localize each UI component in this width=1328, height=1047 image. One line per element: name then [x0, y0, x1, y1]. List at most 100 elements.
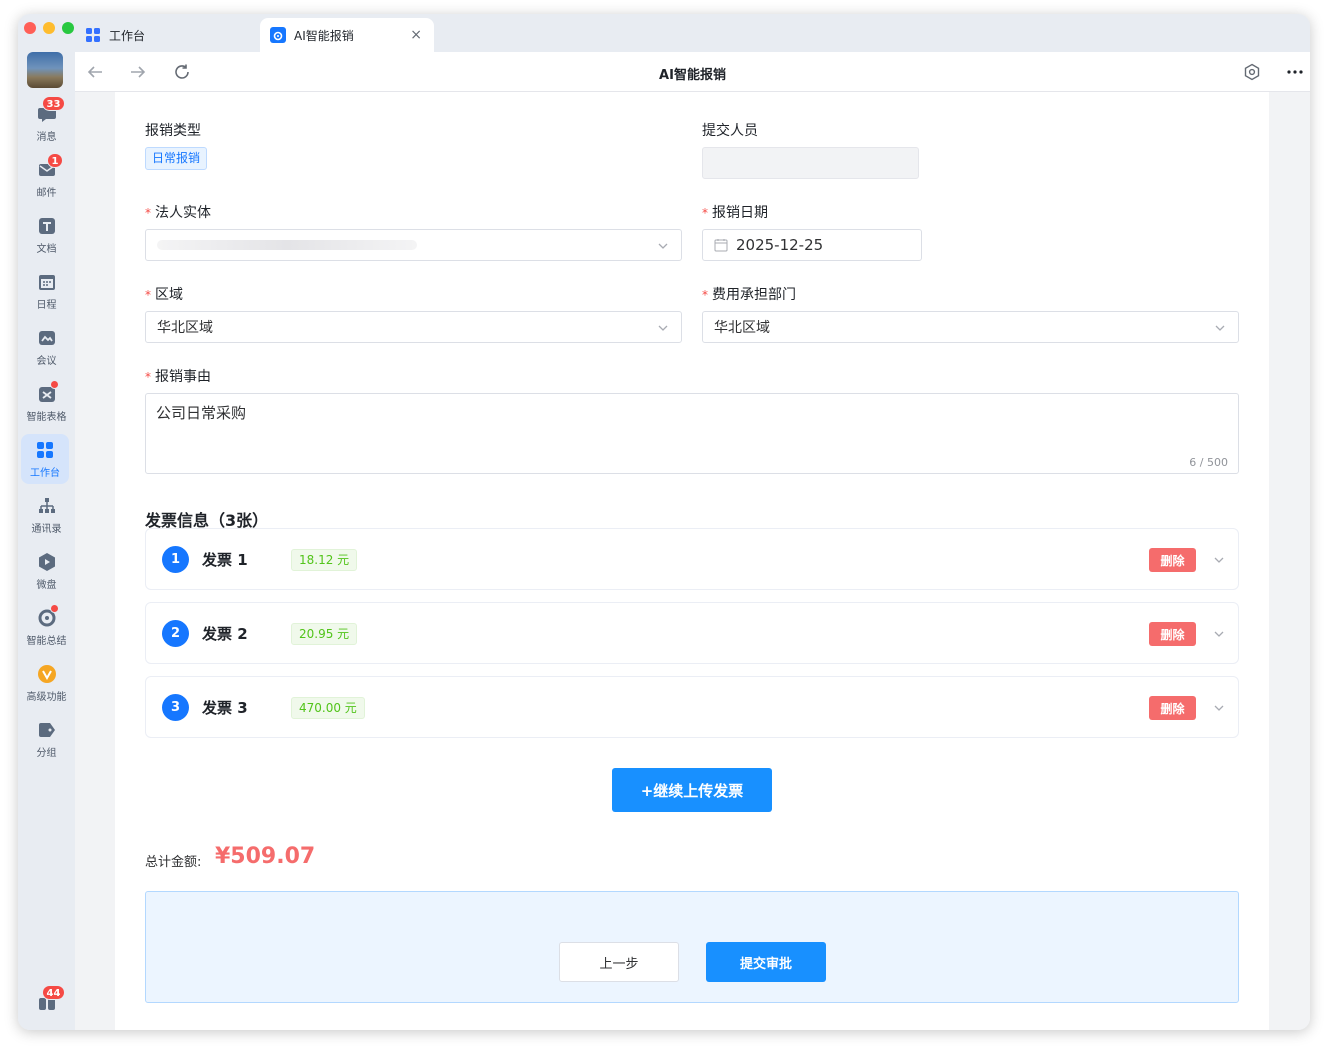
sidebar-item-contacts[interactable]: 通讯录 — [18, 490, 75, 540]
sidebar-item-smart-sheet[interactable]: 智能表格 — [18, 378, 75, 428]
sidebar-item-messages[interactable]: 33 消息 — [18, 96, 75, 148]
total-amount-label: 总计金额: — [145, 855, 202, 870]
chevron-down-icon — [1215, 325, 1225, 331]
reimbursement-type-tag: 日常报销 — [145, 147, 208, 170]
invoice-amount: 18.12 元 — [291, 549, 358, 571]
address-bar: AI智能报销 — [75, 52, 1310, 92]
region-select[interactable]: 华北区域 — [145, 311, 682, 343]
legal-entity-select[interactable] — [145, 229, 682, 261]
calendar-icon — [37, 272, 57, 292]
sidebar-item-label: 邮件 — [36, 188, 57, 199]
more-options-icon[interactable] — [1285, 62, 1305, 82]
region-label: * 区域 — [145, 287, 183, 303]
reason-value: 公司日常采购 — [156, 404, 247, 422]
sidebar-item-drive[interactable]: 微盘 — [18, 546, 75, 596]
workbench-icon — [35, 440, 55, 460]
invoice-name: 发票 1 — [202, 551, 248, 569]
department-value: 华北区域 — [714, 320, 770, 336]
reimbursement-date-picker[interactable]: 2025-12-25 — [702, 229, 922, 261]
premium-icon — [37, 664, 57, 684]
smart-summary-icon — [37, 604, 59, 628]
delete-invoice-button[interactable]: 删除 — [1149, 622, 1196, 646]
upload-invoice-button[interactable]: +继续上传发票 — [612, 768, 772, 812]
unread-badge: 33 — [41, 96, 66, 111]
chevron-down-icon — [658, 243, 668, 249]
legal-entity-label: * 法人实体 — [145, 205, 211, 221]
chat-bubble-icon: 33 — [37, 96, 66, 124]
reimbursement-date-label: * 报销日期 — [702, 205, 768, 221]
chevron-down-icon — [658, 325, 668, 331]
blurred-value — [157, 240, 417, 250]
tab-label: AI智能报销 — [294, 28, 354, 43]
sidebar-item-label: 智能总结 — [26, 636, 67, 647]
meeting-icon — [37, 328, 57, 348]
calendar-icon — [714, 239, 728, 252]
invoice-index: 2 — [162, 620, 189, 647]
sidebar-item-label: 分组 — [36, 748, 57, 759]
notification-dot — [49, 604, 59, 613]
smart-sheet-icon — [37, 380, 59, 404]
tab-ai-reimbursement[interactable]: AI智能报销 × — [260, 18, 434, 52]
invoice-index: 1 — [162, 546, 189, 573]
settings-hexagon-icon[interactable] — [1242, 62, 1262, 82]
invoice-item[interactable]: 3 发票 3 470.00 元 删除 — [145, 676, 1239, 738]
region-value: 华北区域 — [157, 320, 213, 336]
tab-label: 工作台 — [109, 28, 146, 43]
sidebar-item-group[interactable]: 分组 — [18, 714, 75, 764]
invoice-name: 发票 3 — [202, 699, 248, 717]
cost-department-select[interactable]: 华北区域 — [702, 311, 1239, 343]
app-window: 33 消息 1 邮件 文档 日程 会议 智能表格 工作台 通讯录 微盘 智能总结… — [18, 14, 1310, 1030]
invoice-item[interactable]: 2 发票 2 20.95 元 删除 — [145, 602, 1239, 664]
previous-step-button[interactable]: 上一步 — [559, 942, 679, 982]
workbench-icon — [85, 27, 101, 43]
sidebar-item-docs[interactable]: 文档 — [18, 210, 75, 260]
invoice-item[interactable]: 1 发票 1 18.12 元 删除 — [145, 528, 1239, 590]
invoice-amount: 20.95 元 — [291, 623, 358, 645]
tag-icon — [37, 720, 57, 740]
sidebar-item-label: 日程 — [36, 300, 57, 311]
app-icon — [270, 27, 286, 43]
sidebar-item-label: 通讯录 — [31, 524, 62, 535]
delete-invoice-button[interactable]: 删除 — [1149, 696, 1196, 720]
sidebar-item-label: 会议 — [36, 356, 57, 367]
avatar[interactable] — [27, 52, 63, 88]
expand-chevron-icon[interactable] — [1213, 554, 1225, 566]
close-tab-icon[interactable]: × — [410, 27, 422, 43]
invoice-amount: 470.00 元 — [291, 697, 365, 719]
sidebar-item-label: 消息 — [36, 132, 57, 143]
sidebar-item-label: 文档 — [36, 244, 57, 255]
total-amount-value: ¥509.07 — [215, 844, 316, 869]
tab-workbench[interactable]: 工作台 — [85, 18, 255, 52]
zoom-window-button[interactable] — [62, 22, 74, 34]
sidebar-item-label: 工作台 — [30, 468, 60, 479]
sidebar-item-smart-summary[interactable]: 智能总结 — [18, 602, 75, 652]
sidebar-item-label: 微盘 — [36, 580, 57, 591]
char-count: 6 / 500 — [1189, 456, 1228, 469]
unread-badge: 44 — [41, 985, 66, 1000]
date-value: 2025-12-25 — [736, 236, 824, 254]
expand-chevron-icon[interactable] — [1213, 702, 1225, 714]
close-window-button[interactable] — [24, 22, 36, 34]
action-footer: 上一步 提交审批 — [145, 891, 1239, 1003]
minimize-window-button[interactable] — [43, 22, 55, 34]
sidebar-item-bottom[interactable]: 44 — [18, 985, 75, 1030]
sidebar-item-meeting[interactable]: 会议 — [18, 322, 75, 372]
expand-chevron-icon[interactable] — [1213, 628, 1225, 640]
submitter-label: 提交人员 — [702, 123, 758, 139]
reason-textarea[interactable]: 公司日常采购 6 / 500 — [145, 393, 1239, 474]
sidebar-item-calendar[interactable]: 日程 — [18, 266, 75, 316]
sidebar-item-premium[interactable]: 高级功能 — [18, 658, 75, 708]
tab-bar: 工作台 AI智能报销 × — [75, 14, 1310, 52]
delete-invoice-button[interactable]: 删除 — [1149, 548, 1196, 572]
mail-icon: 1 — [37, 153, 64, 180]
sidebar-item-workbench[interactable]: 工作台 — [21, 434, 69, 484]
sidebar: 33 消息 1 邮件 文档 日程 会议 智能表格 工作台 通讯录 微盘 智能总结… — [18, 14, 75, 1030]
content-area: 报销类型 日常报销 提交人员 * 法人实体 * 报销日期 2025-12-25 * 区… — [75, 92, 1310, 1030]
unread-badge: 1 — [46, 153, 64, 168]
reimbursement-form: 报销类型 日常报销 提交人员 * 法人实体 * 报销日期 2025-12-25 * 区… — [115, 92, 1269, 1030]
cost-department-label: * 费用承担部门 — [702, 287, 796, 303]
invoice-name: 发票 2 — [202, 625, 248, 643]
sidebar-item-mail[interactable]: 1 邮件 — [18, 153, 75, 204]
drive-icon — [37, 552, 57, 572]
submit-approval-button[interactable]: 提交审批 — [706, 942, 826, 982]
